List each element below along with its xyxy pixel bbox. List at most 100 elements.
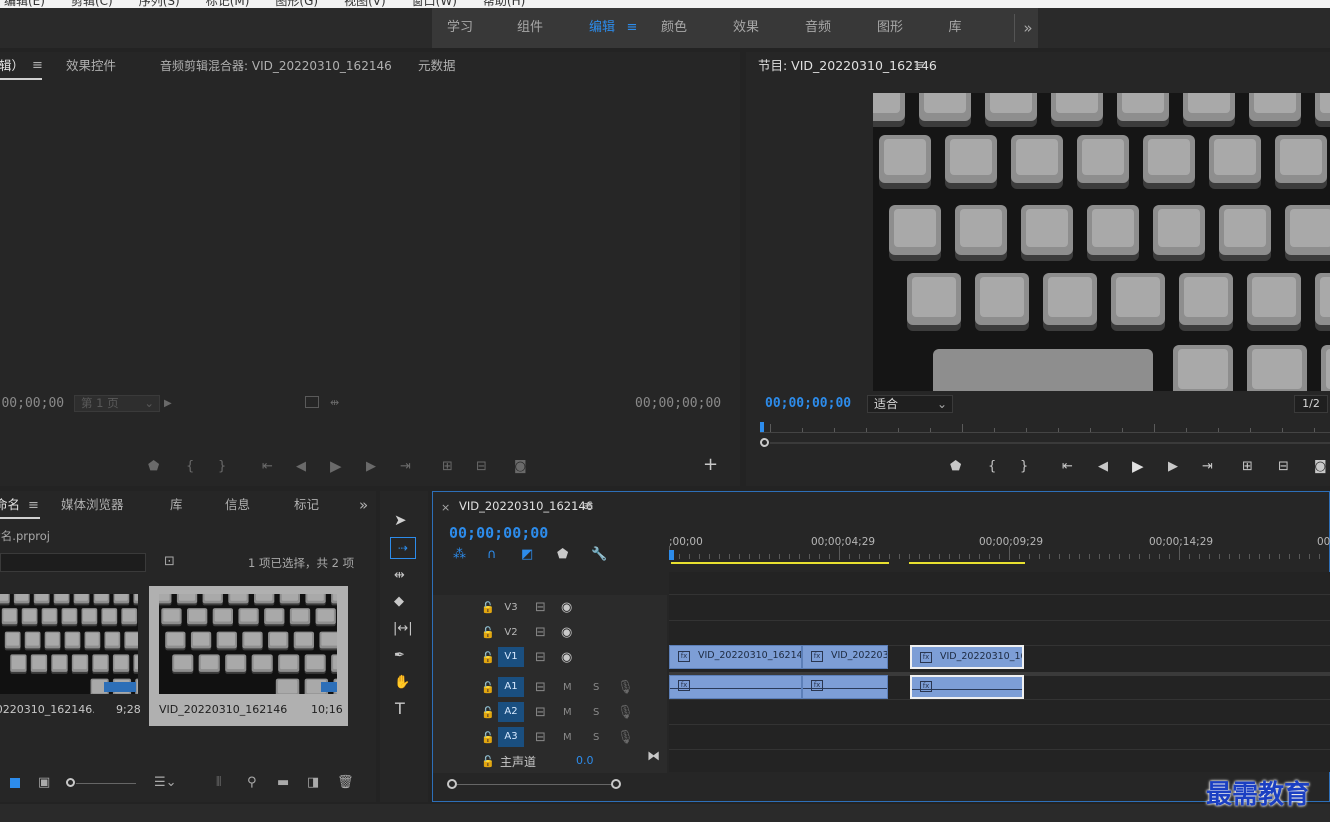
button-editor-icon[interactable]: +: [703, 456, 718, 474]
go-to-in-icon[interactable]: ⇤: [262, 460, 273, 474]
sync-lock-v2-icon[interactable]: ⊟: [535, 626, 546, 640]
program-lift-icon[interactable]: ⊞: [1242, 460, 1253, 474]
new-item-icon[interactable]: ◨: [307, 776, 319, 790]
nest-toggle-icon[interactable]: ⁂: [453, 548, 466, 562]
hand-tool-icon[interactable]: ✋: [394, 676, 410, 690]
tab-libraries[interactable]: 库: [170, 491, 183, 519]
play-icon[interactable]: ▶: [330, 459, 342, 474]
find-footer-icon[interactable]: ⚲: [247, 776, 257, 790]
menu-window[interactable]: 窗口(W): [412, 0, 457, 8]
voice-over-a1-icon[interactable]: 🎙: [617, 681, 634, 695]
sequence-tab-title[interactable]: VID_20220310_162146: [459, 492, 593, 520]
timeline-settings-icon[interactable]: 🔧: [591, 548, 607, 562]
workspace-tab-color[interactable]: 颜色: [654, 8, 694, 48]
linked-selection-icon[interactable]: ◩: [521, 548, 533, 562]
toggle-output-v1-icon[interactable]: ◉: [561, 651, 572, 665]
selection-tool-icon[interactable]: ➤: [394, 513, 407, 528]
mute-a1-button[interactable]: M: [563, 681, 572, 695]
solo-a2-button[interactable]: S: [593, 706, 599, 720]
menu-view[interactable]: 视图(V): [344, 0, 386, 8]
sync-lock-a2-icon[interactable]: ⊟: [535, 706, 546, 720]
work-area-bar[interactable]: [671, 562, 889, 564]
timeline-clip-v1[interactable]: fx VID_20220310_162146.: [669, 645, 802, 669]
project-item-1[interactable]: VID_20220310_162146.mp4 9;28: [0, 586, 146, 726]
drag-video-icon[interactable]: ⇹: [330, 396, 339, 410]
tab-metadata[interactable]: 元数据: [418, 52, 456, 80]
track-a2-target[interactable]: A2: [498, 702, 524, 722]
lock-v1-icon[interactable]: 🔓: [481, 651, 495, 665]
snap-icon[interactable]: ∩: [487, 548, 497, 562]
icon-view-icon[interactable]: [10, 778, 20, 788]
go-to-end-icon[interactable]: ⧓: [647, 750, 660, 764]
work-area-bar[interactable]: [909, 562, 1025, 564]
program-zoom-handle[interactable]: [760, 438, 769, 447]
workspace-tab-assembly[interactable]: 组件: [510, 8, 550, 48]
workspace-tab-learn[interactable]: 学习: [440, 8, 480, 48]
track-v3-target[interactable]: V3: [498, 598, 524, 618]
tab-media-browser[interactable]: 媒体浏览器: [61, 491, 124, 519]
export-frame-icon[interactable]: ◙: [514, 460, 527, 474]
timeline-audio-clip-a1[interactable]: fx: [910, 675, 1024, 699]
sequence-tab-menu-icon[interactable]: ≡: [583, 499, 594, 514]
workspace-tab-effects[interactable]: 效果: [726, 8, 766, 48]
source-tab-menu-icon[interactable]: ≡: [32, 58, 43, 73]
program-extract-icon[interactable]: ⊟: [1278, 460, 1289, 474]
mute-a2-button[interactable]: M: [563, 706, 572, 720]
program-step-back-icon[interactable]: ◀: [1098, 460, 1108, 474]
source-page-select[interactable]: 第 1 页 ⌄: [74, 395, 160, 412]
tab-markers[interactable]: 标记: [294, 491, 319, 519]
automate-to-sequence-icon[interactable]: ⫴: [216, 776, 221, 790]
add-marker-icon[interactable]: ⬟: [148, 460, 159, 474]
workspace-tab-graphics[interactable]: 图形: [870, 8, 910, 48]
close-sequence-icon[interactable]: ×: [441, 501, 450, 515]
track-select-tool-icon[interactable]: ⇢: [390, 537, 416, 559]
program-play-icon[interactable]: ▶: [1132, 459, 1144, 474]
new-bin-icon[interactable]: ▬: [277, 776, 289, 790]
sort-icons-icon[interactable]: ☰⌄: [154, 776, 177, 790]
program-fit-select[interactable]: 适合 ⌄: [867, 395, 953, 413]
overwrite-icon[interactable]: ⊟: [476, 460, 487, 474]
lock-master-icon[interactable]: 🔓: [481, 755, 495, 769]
voice-over-a3-icon[interactable]: 🎙: [617, 731, 634, 745]
project-search-input[interactable]: [0, 553, 146, 572]
find-icon[interactable]: ⊡: [164, 555, 175, 569]
program-add-marker-icon[interactable]: ⬟: [950, 460, 961, 474]
timeline-audio-clip-a1[interactable]: fx: [669, 675, 802, 699]
menu-graphics[interactable]: 图形(G): [275, 0, 318, 8]
program-export-frame-icon[interactable]: ◙: [1314, 460, 1327, 474]
tab-info[interactable]: 信息: [225, 491, 250, 519]
solo-a3-button[interactable]: S: [593, 731, 599, 745]
program-time-ruler[interactable]: [760, 422, 1330, 447]
sync-lock-a1-icon[interactable]: ⊟: [535, 681, 546, 695]
workspace-overflow-icon[interactable]: »: [1018, 8, 1038, 48]
project-overflow-icon[interactable]: »: [359, 491, 368, 519]
freeform-view-icon[interactable]: ▣: [38, 776, 50, 790]
toggle-output-v3-icon[interactable]: ◉: [561, 601, 572, 615]
lock-a3-icon[interactable]: 🔓: [481, 731, 495, 745]
slip-tool-icon[interactable]: |↔|: [393, 622, 413, 636]
go-to-out-icon[interactable]: ⇥: [400, 460, 411, 474]
program-resolution-select[interactable]: 1/2: [1294, 395, 1328, 413]
mark-in-icon[interactable]: {: [186, 460, 194, 474]
program-timecode-current[interactable]: 00;00;00;00: [765, 396, 851, 411]
program-mark-out-icon[interactable]: }: [1020, 460, 1028, 474]
sync-lock-v3-icon[interactable]: ⊟: [535, 601, 546, 615]
step-forward-icon[interactable]: ▶: [366, 460, 376, 474]
menu-markers[interactable]: 标记(M): [206, 0, 250, 8]
source-timecode-current[interactable]: 00;00;00;00: [0, 396, 64, 411]
pen-tool-icon[interactable]: ✒: [394, 649, 405, 663]
mark-out-icon[interactable]: }: [218, 460, 226, 474]
program-video-preview[interactable]: [873, 93, 1330, 391]
program-mark-in-icon[interactable]: {: [988, 460, 996, 474]
program-step-forward-icon[interactable]: ▶: [1168, 460, 1178, 474]
ripple-edit-tool-icon[interactable]: ⇹: [394, 569, 405, 583]
razor-tool-icon[interactable]: ◆: [394, 595, 404, 609]
program-go-to-out-icon[interactable]: ⇥: [1202, 460, 1213, 474]
type-tool-icon[interactable]: T: [395, 701, 405, 717]
timeline-audio-clip-a1[interactable]: fx: [802, 675, 888, 699]
workspace-tab-libraries[interactable]: 库: [940, 8, 970, 48]
solo-a1-button[interactable]: S: [593, 681, 599, 695]
sync-lock-v1-icon[interactable]: ⊟: [535, 651, 546, 665]
page-next-icon[interactable]: ▶: [164, 397, 172, 411]
timeline-zoom-scrollbar[interactable]: [447, 779, 1327, 791]
